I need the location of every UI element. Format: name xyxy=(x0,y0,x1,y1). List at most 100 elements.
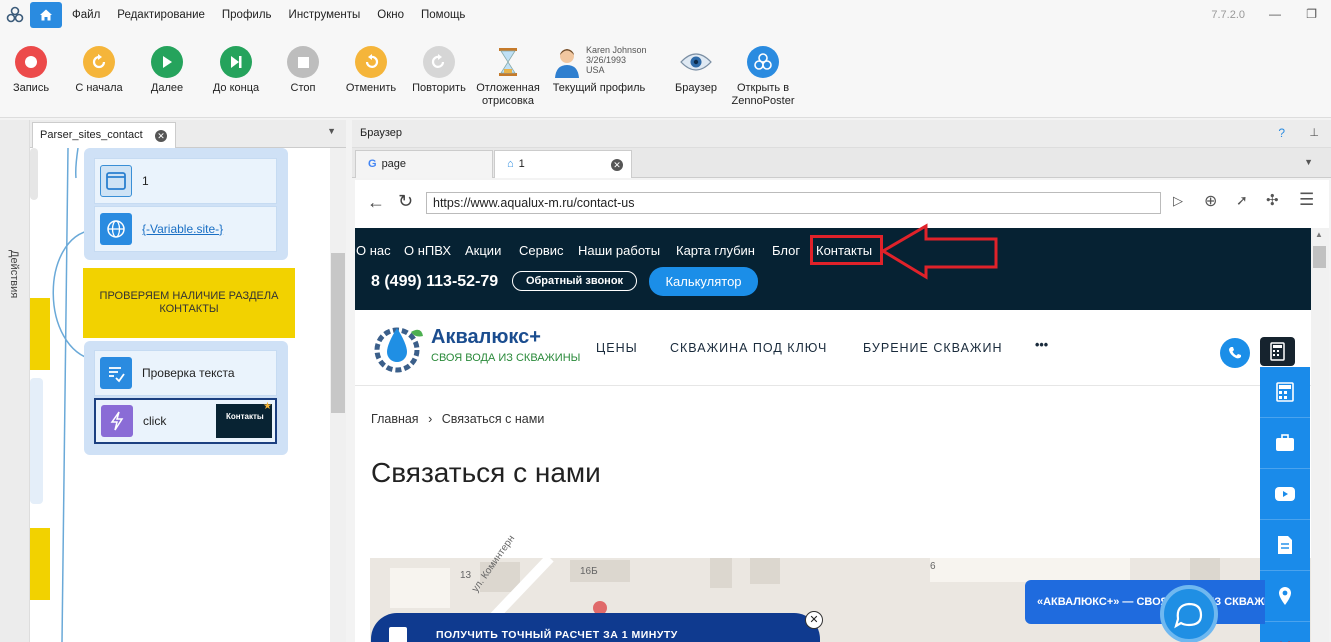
undo-button[interactable]: Отменить xyxy=(336,46,406,95)
open-zennoposter-button[interactable]: Открыть в ZennoPoster xyxy=(728,46,798,108)
record-button[interactable]: Запись xyxy=(0,46,66,95)
contacts-highlight-box xyxy=(810,235,883,265)
project-tab[interactable]: Parser_sites_contact ✕ xyxy=(32,122,176,149)
site-side-widgets: ✕ xyxy=(1260,367,1310,642)
url-input[interactable]: https://www.aqualux-m.ru/contact-us xyxy=(426,192,1161,214)
site-nav-about[interactable]: О нас xyxy=(356,243,391,258)
to-end-button[interactable]: До конца xyxy=(201,46,271,95)
project-tabs: Parser_sites_contact ✕ ▼ xyxy=(30,120,346,149)
document-icon xyxy=(389,627,407,642)
close-tab-icon[interactable]: ✕ xyxy=(155,130,167,142)
breadcrumb: Главная › Связаться с нами xyxy=(371,412,544,426)
menu-tools[interactable]: Инструменты xyxy=(289,7,361,23)
version-label: 7.7.2.0 xyxy=(1211,9,1245,21)
browser-tab-page[interactable]: Gpage xyxy=(355,150,493,178)
extensions-icon[interactable]: ✣ xyxy=(1266,191,1279,209)
add-icon[interactable]: ⊕ xyxy=(1204,191,1217,211)
document-widget-icon[interactable] xyxy=(1260,520,1310,571)
chat-icon[interactable] xyxy=(1160,585,1218,642)
window-icon xyxy=(100,165,132,197)
avatar xyxy=(551,46,583,78)
calculator-button[interactable]: Калькулятор xyxy=(649,267,758,296)
click-node[interactable]: click Контакты ★ xyxy=(94,398,277,444)
calculator-widget-icon[interactable] xyxy=(1260,367,1310,418)
brand-tagline: СВОЯ ВОДА ИЗ СКВАЖИНЫ xyxy=(431,352,581,364)
browser-button[interactable]: Браузер xyxy=(661,46,731,95)
stop-button[interactable]: Стоп xyxy=(268,46,338,95)
next-button[interactable]: Далее xyxy=(132,46,202,95)
briefcase-icon[interactable] xyxy=(1260,418,1310,469)
menu-profile[interactable]: Профиль xyxy=(222,7,272,23)
actions-side-tab[interactable]: Действия xyxy=(0,120,30,642)
home-icon xyxy=(40,9,52,21)
cursor-icon[interactable]: ➚ xyxy=(1236,192,1248,209)
location-icon[interactable] xyxy=(1260,571,1310,622)
browser-tab-1[interactable]: ⌂ 1 ✕ xyxy=(494,150,632,178)
site-nav-works[interactable]: Наши работы xyxy=(578,243,660,258)
callback-button[interactable]: Обратный звонок xyxy=(512,271,637,291)
close-tab-icon[interactable]: ✕ xyxy=(611,159,623,171)
site-nav-service[interactable]: Сервис xyxy=(519,243,564,258)
play-icon xyxy=(151,46,183,78)
menu-file[interactable]: Файл xyxy=(72,7,100,23)
text-check-node[interactable]: Проверка текста xyxy=(94,350,277,396)
globe-icon xyxy=(100,213,132,245)
menu-edit[interactable]: Редактирование xyxy=(117,7,205,23)
app-logo-icon[interactable] xyxy=(0,0,30,30)
phone-icon[interactable] xyxy=(1220,338,1250,368)
home-button[interactable] xyxy=(30,2,62,28)
youtube-icon[interactable] xyxy=(1260,469,1310,520)
record-icon xyxy=(15,46,47,78)
site-nav-depth-map[interactable]: Карта глубин xyxy=(676,243,755,258)
menu-help[interactable]: Помощь xyxy=(421,7,465,23)
browser-tabs: Gpage ⌂ 1 ✕ ▼ xyxy=(352,148,1331,178)
deferred-render-button[interactable]: Отложенная отрисовка xyxy=(473,46,543,108)
menubar: Файл Редактирование Профиль Инструменты … xyxy=(0,0,1331,30)
breadcrumb-home[interactable]: Главная xyxy=(371,412,419,426)
header-nav-turnkey[interactable]: СКВАЖИНА ПОД КЛЮЧ xyxy=(670,341,827,355)
red-arrow-annotation xyxy=(880,223,998,280)
browser-panel-header: Браузер ? ⊥ xyxy=(352,120,1331,148)
help-icon[interactable]: ? xyxy=(1278,126,1285,140)
chat-banner[interactable]: «АКВАЛЮКС+» — СВОЯ ВОДА ИЗ СКВАЖИНЫ xyxy=(1025,580,1265,624)
tabs-dropdown-icon[interactable]: ▼ xyxy=(327,126,336,136)
header-nav-prices[interactable]: ЦЕНЫ xyxy=(596,341,638,355)
window-node[interactable]: 1 xyxy=(94,158,277,204)
close-widget-icon[interactable]: ✕ xyxy=(1260,622,1310,642)
restore-icon[interactable]: ❐ xyxy=(1306,7,1317,21)
restart-button[interactable]: С начала xyxy=(64,46,134,95)
header-nav-drilling[interactable]: БУРЕНИЕ СКВАЖИН xyxy=(863,341,1002,355)
eye-icon xyxy=(680,46,712,78)
minimize-icon[interactable]: — xyxy=(1269,7,1281,21)
menu-icon[interactable]: ☰ xyxy=(1299,190,1314,210)
hourglass-icon xyxy=(492,46,524,78)
redo-button[interactable]: Повторить xyxy=(404,46,474,95)
skip-end-icon xyxy=(220,46,252,78)
back-icon[interactable]: ← xyxy=(367,192,385,213)
calculator-icon[interactable] xyxy=(1260,337,1295,366)
site-header: Аквалюкс+ СВОЯ ВОДА ИЗ СКВАЖИНЫ ЦЕНЫ СКВ… xyxy=(355,310,1311,386)
tabs-dropdown-icon[interactable]: ▼ xyxy=(1304,157,1313,167)
promo-close-button[interactable]: ✕ xyxy=(805,611,823,629)
promo-banner[interactable]: ПОЛУЧИТЬ ТОЧНЫЙ РАСЧЕТ ЗА 1 МИНУТУ xyxy=(371,613,820,642)
menu-window[interactable]: Окно xyxy=(377,7,404,23)
pin-icon[interactable]: ⊥ xyxy=(1309,126,1319,139)
site-phone[interactable]: 8 (499) 113-52-79 xyxy=(371,273,498,291)
check-section-note[interactable]: ПРОВЕРЯЕМ НАЛИЧИЕ РАЗДЕЛА КОНТАКТЫ xyxy=(83,268,295,338)
breadcrumb-current: Связаться с нами xyxy=(441,412,545,426)
site-nav-npvh[interactable]: О нПВХ xyxy=(404,243,451,258)
more-icon[interactable]: ••• xyxy=(1035,338,1048,352)
aqualux-logo-icon[interactable] xyxy=(371,322,425,374)
stop-icon xyxy=(287,46,319,78)
site-scrollbar[interactable]: ▲ xyxy=(1311,228,1329,642)
navigate-node[interactable]: {-Variable.site-} xyxy=(94,206,277,252)
checklist-icon xyxy=(100,357,132,389)
project-scrollbar[interactable] xyxy=(330,148,346,642)
undo-icon xyxy=(355,46,387,78)
reload-icon[interactable]: ↻ xyxy=(398,191,413,212)
site-top-nav: О нас О нПВХ Акции Сервис Наши работы Ка… xyxy=(355,228,1311,310)
breadcrumb-separator: › xyxy=(428,412,433,426)
site-nav-promo[interactable]: Акции xyxy=(465,243,501,258)
site-nav-blog[interactable]: Блог xyxy=(772,243,800,258)
go-icon[interactable]: ▷ xyxy=(1173,193,1183,209)
